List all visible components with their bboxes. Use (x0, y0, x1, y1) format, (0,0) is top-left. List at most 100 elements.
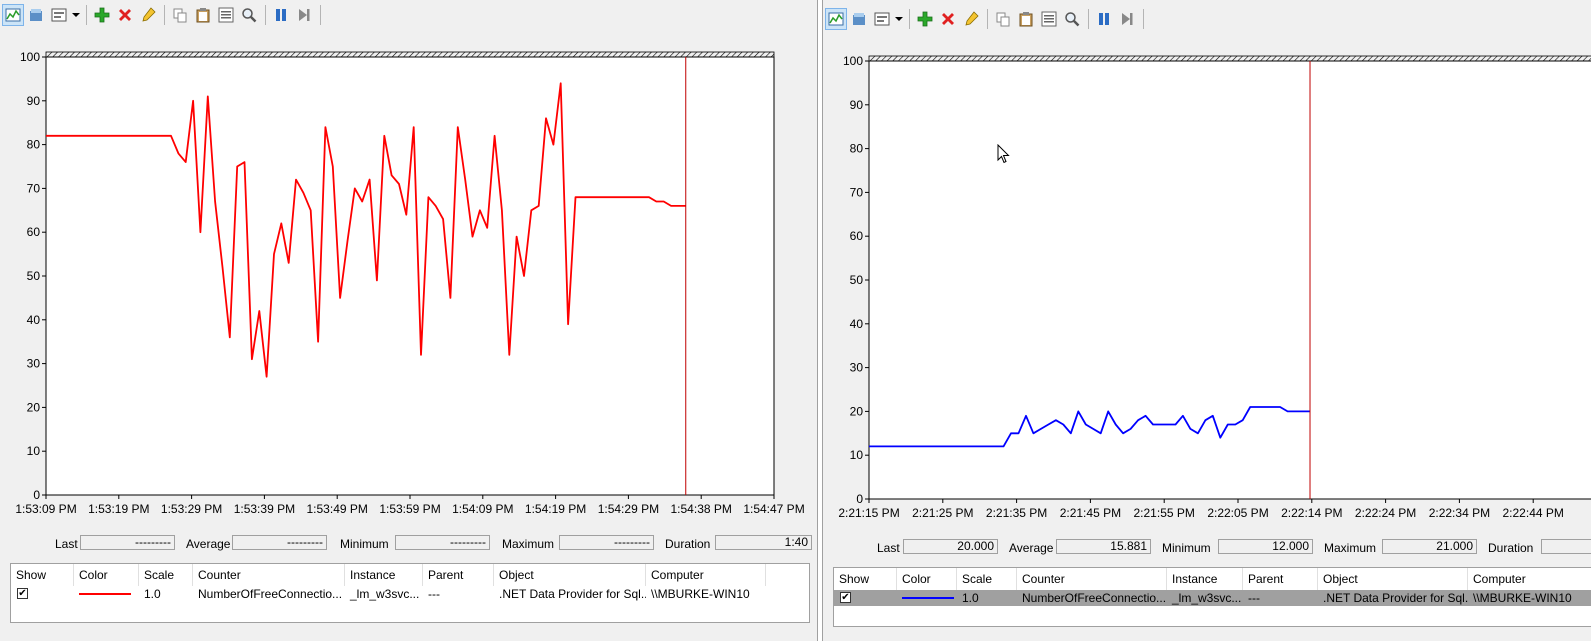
view-graph-icon[interactable] (2, 4, 24, 26)
delete-counter-icon[interactable] (937, 8, 959, 30)
view-histogram-icon[interactable] (25, 4, 47, 26)
column-header-instance[interactable]: Instance (1167, 568, 1243, 590)
average-value: --------- (232, 535, 327, 550)
column-header-scale[interactable]: Scale (957, 568, 1017, 590)
zoom-icon[interactable] (1061, 8, 1083, 30)
update-data-icon[interactable] (293, 4, 315, 26)
update-data-icon[interactable] (1116, 8, 1138, 30)
column-header-color[interactable]: Color (897, 568, 957, 590)
properties-icon[interactable] (215, 4, 237, 26)
show-checkbox[interactable]: ✔ (17, 588, 28, 599)
show-checkbox[interactable]: ✔ (840, 592, 851, 603)
hatched-strip (868, 55, 1591, 62)
minimum-label: Minimum (1162, 541, 1211, 555)
y-tick-label: 0 (856, 492, 863, 506)
column-header-instance[interactable]: Instance (345, 564, 423, 586)
toolbar-separator (320, 5, 321, 25)
freeze-display-icon[interactable] (1093, 8, 1115, 30)
y-tick-label: 40 (27, 313, 41, 327)
scale-cell: 1.0 (144, 587, 161, 601)
x-tick-label: 2:22:34 PM (1429, 506, 1490, 520)
add-counter-icon[interactable] (914, 8, 936, 30)
add-counter-icon[interactable] (91, 4, 113, 26)
y-tick-label: 70 (850, 185, 864, 199)
duration-value: 1:40 (715, 535, 812, 550)
column-header-show[interactable]: Show (11, 564, 74, 586)
view-graph-icon[interactable] (825, 8, 847, 30)
column-header-parent[interactable]: Parent (1243, 568, 1318, 590)
object-cell: .NET Data Provider for Sql... (499, 587, 646, 601)
zoom-icon[interactable] (238, 4, 260, 26)
x-tick-label: 1:54:09 PM (452, 502, 513, 516)
column-header-counter[interactable]: Counter (1017, 568, 1167, 590)
line-chart-left[interactable]: 0 10 20 30 40 50 60 70 80 90 100 1:53:09 PM 1:53:19 … (0, 30, 818, 525)
average-label: Average (186, 537, 231, 551)
x-tick-label: 2:21:15 PM (838, 506, 899, 520)
y-tick-label: 30 (850, 361, 864, 375)
legend-row[interactable]: ✔ 1.0 NumberOfFreeConnectio... _lm_w3svc… (11, 586, 809, 602)
column-header-scale[interactable]: Scale (139, 564, 193, 586)
column-header-object[interactable]: Object (1318, 568, 1468, 590)
toolbar-separator (987, 9, 988, 29)
highlight-icon[interactable] (960, 8, 982, 30)
column-header-parent[interactable]: Parent (423, 564, 494, 586)
change-graph-type-icon[interactable] (48, 4, 70, 26)
line-chart-right[interactable]: 0 10 20 30 40 50 60 70 80 90 100 2:21:15 PM 2:21:25 … (823, 34, 1591, 529)
copy-properties-icon[interactable] (169, 4, 191, 26)
y-tick-label: 80 (850, 142, 864, 156)
copy-properties-icon[interactable] (992, 8, 1014, 30)
y-tick-label: 60 (850, 229, 864, 243)
y-tick-label: 20 (850, 404, 864, 418)
x-tick-label: 1:54:29 PM (598, 502, 659, 516)
duration-label: Duration (665, 537, 711, 551)
average-label: Average (1009, 541, 1054, 555)
maximum-label: Maximum (1324, 541, 1377, 555)
maximum-value: --------- (559, 535, 654, 550)
paste-counter-list-icon[interactable] (192, 4, 214, 26)
toolbar-separator (265, 5, 266, 25)
properties-icon[interactable] (1038, 8, 1060, 30)
perfmon-panel-right: 0 10 20 30 40 50 60 70 80 90 100 2:21:15 PM 2:21:25 … (822, 0, 1591, 641)
freeze-display-icon[interactable] (270, 4, 292, 26)
paste-counter-list-icon[interactable] (1015, 8, 1037, 30)
column-header-computer[interactable]: Computer (1468, 568, 1591, 590)
x-tick-label: 2:22:44 PM (1503, 506, 1564, 520)
column-header-counter[interactable]: Counter (193, 564, 345, 586)
x-tick-label: 2:22:24 PM (1355, 506, 1416, 520)
minimum-value: 12.000 (1218, 539, 1313, 554)
dropdown-caret-icon[interactable] (71, 4, 81, 26)
dropdown-caret-icon[interactable] (894, 8, 904, 30)
toolbar-separator (164, 5, 165, 25)
column-header-color[interactable]: Color (74, 564, 139, 586)
change-graph-type-icon[interactable] (871, 8, 893, 30)
parent-cell: --- (1248, 591, 1260, 605)
y-tick-label: 90 (850, 98, 864, 112)
hatched-strip (45, 51, 775, 58)
maximum-label: Maximum (502, 537, 555, 551)
column-header-show[interactable]: Show (834, 568, 897, 590)
legend-header: Show Color Scale Counter Instance Parent… (11, 564, 809, 586)
y-tick-label: 40 (850, 317, 864, 331)
y-tick-label: 70 (27, 181, 41, 195)
y-tick-label: 10 (27, 444, 41, 458)
highlight-icon[interactable] (137, 4, 159, 26)
stats-bar-right: Last 20.000 Average 15.881 Minimum 12.00… (823, 538, 1591, 558)
y-tick-label: 80 (27, 138, 41, 152)
toolbar-separator (86, 5, 87, 25)
x-tick-label: 2:21:25 PM (912, 506, 973, 520)
x-tick-label: 1:53:29 PM (161, 502, 222, 516)
counter-cell: NumberOfFreeConnectio... (1022, 591, 1167, 605)
column-header-object[interactable]: Object (494, 564, 646, 586)
toolbar-separator (909, 9, 910, 29)
counter-cell: NumberOfFreeConnectio... (198, 587, 343, 601)
delete-counter-icon[interactable] (114, 4, 136, 26)
x-tick-label: 2:22:14 PM (1281, 506, 1342, 520)
x-tick-label: 1:53:39 PM (234, 502, 295, 516)
x-tick-label: 2:21:35 PM (986, 506, 1047, 520)
toolbar-separator (1088, 9, 1089, 29)
legend-row[interactable]: ✔ 1.0 NumberOfFreeConnectio... _lm_w3svc… (834, 590, 1591, 606)
parent-cell: --- (428, 587, 440, 601)
column-header-computer[interactable]: Computer (646, 564, 766, 586)
graph-area-left: 0 10 20 30 40 50 60 70 80 90 100 1:53:09 PM 1:53:19 … (0, 30, 817, 525)
view-histogram-icon[interactable] (848, 8, 870, 30)
